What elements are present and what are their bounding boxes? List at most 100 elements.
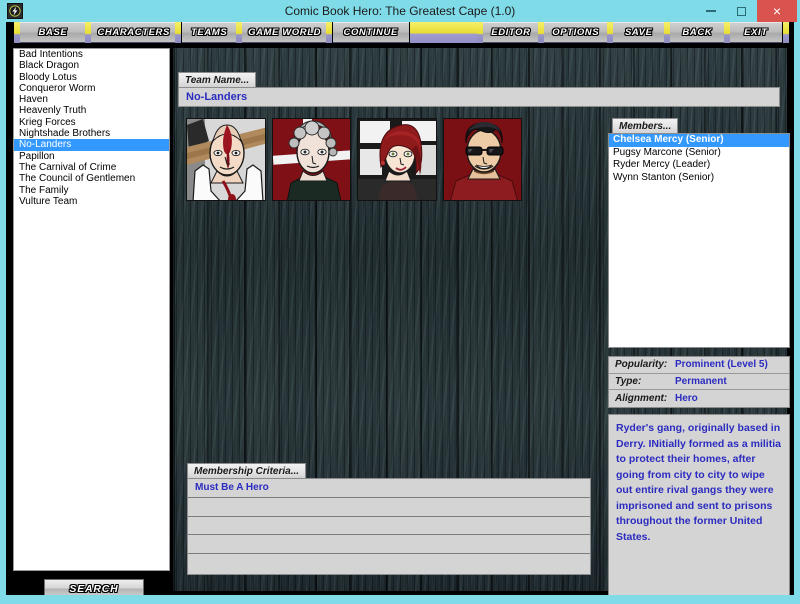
toolbar-button-label: CONTINUE bbox=[343, 27, 398, 38]
sidebar-item-label: Papillon bbox=[19, 150, 55, 162]
sidebar-item-the-carnival-of-crime[interactable]: The Carnival of Crime bbox=[14, 162, 169, 173]
sidebar-item-vulture-team[interactable]: Vulture Team bbox=[14, 196, 169, 207]
toolbar-separator bbox=[782, 22, 789, 43]
member-item[interactable]: Chelsea Mercy (Senior) bbox=[609, 134, 789, 147]
sidebar-item-label: The Carnival of Crime bbox=[19, 161, 117, 173]
toolbar-button-label: EXIT bbox=[744, 27, 768, 38]
toolbar-button-continue[interactable]: CONTINUE bbox=[332, 22, 409, 43]
maximize-button[interactable] bbox=[726, 0, 756, 22]
toolbar-button-options[interactable]: OPTIONS bbox=[543, 22, 608, 43]
sidebar-item-label: No-Landers bbox=[19, 139, 72, 151]
team-stats-panel: Popularity: Prominent (Level 5) Type: Perma… bbox=[608, 356, 790, 408]
stat-row-type: Type: Permanent bbox=[609, 374, 789, 391]
toolbar-button-teams[interactable]: TEAMS bbox=[181, 22, 237, 43]
stat-value: Prominent (Level 5) bbox=[675, 359, 768, 371]
sidebar-item-haven[interactable]: Haven bbox=[14, 94, 169, 105]
sidebar-item-label: Heavenly Truth bbox=[19, 105, 87, 117]
toolbar-separator bbox=[537, 22, 544, 43]
portrait-pugsy-marcone[interactable] bbox=[442, 118, 522, 201]
minimize-button[interactable] bbox=[696, 0, 726, 22]
close-button[interactable]: × bbox=[757, 0, 797, 22]
toolbar-separator bbox=[326, 22, 333, 43]
sidebar-item-label: Nightshade Brothers bbox=[19, 128, 111, 140]
membership-criteria-label: Membership Criteria... bbox=[187, 463, 307, 478]
sidebar-item-krieg-forces[interactable]: Krieg Forces bbox=[14, 117, 169, 128]
sidebar-item-bloody-lotus[interactable]: Bloody Lotus bbox=[14, 72, 169, 83]
sidebar-item-the-family[interactable]: The Family bbox=[14, 185, 169, 196]
membership-criteria-list[interactable]: Must Be A Hero bbox=[187, 478, 591, 575]
toolbar-button-label: TEAMS bbox=[191, 27, 228, 38]
stat-value: Hero bbox=[675, 392, 698, 404]
sidebar-item-label: Bad Intentions bbox=[19, 49, 83, 60]
stat-row-popularity: Popularity: Prominent (Level 5) bbox=[609, 357, 789, 374]
teams-list[interactable]: Bad Intentions Black Dragon Bloody Lotus Co… bbox=[13, 48, 170, 571]
sidebar-item-label: Bloody Lotus bbox=[19, 71, 77, 83]
toolbar-button-game-world[interactable]: GAME WORLD bbox=[242, 22, 328, 43]
toolbar-separator bbox=[723, 22, 730, 43]
search-button-label: SEARCH bbox=[69, 582, 119, 595]
criteria-row[interactable]: Must Be A Hero bbox=[188, 479, 590, 498]
team-name-field[interactable]: No-Landers bbox=[178, 87, 780, 107]
members-list[interactable]: Chelsea Mercy (Senior) Pugsy Marcone (Sen… bbox=[608, 133, 790, 348]
stat-row-alignment: Alignment: Hero bbox=[609, 390, 789, 407]
portrait-ryder-mercy[interactable] bbox=[186, 118, 266, 201]
member-item-label: Wynn Stanton (Senior) bbox=[613, 171, 715, 183]
toolbar-button-label: OPTIONS bbox=[552, 27, 600, 38]
sidebar-item-the-council-of-gentlemen[interactable]: The Council of Gentlemen bbox=[14, 173, 169, 184]
toolbar-separator bbox=[235, 22, 242, 43]
game-canvas: BASE CHARACTERS TEAMS GAME WORLD CONTINUE EDI… bbox=[6, 22, 794, 595]
stat-key: Popularity: bbox=[615, 359, 668, 371]
sidebar-item-label: Black Dragon bbox=[19, 60, 80, 72]
toolbar-button-editor[interactable]: EDITOR bbox=[483, 22, 539, 43]
toolbar-button-label: SAVE bbox=[624, 27, 653, 38]
title-bar: Comic Book Hero: The Greatest Cape (1.0)… bbox=[0, 0, 800, 22]
sidebar-item-heavenly-truth[interactable]: Heavenly Truth bbox=[14, 105, 169, 116]
members-label: Members... bbox=[612, 118, 679, 133]
search-button[interactable]: SEARCH bbox=[44, 579, 144, 595]
main-toolbar: BASE CHARACTERS TEAMS GAME WORLD CONTINUE EDI… bbox=[13, 22, 789, 46]
window-title: Comic Book Hero: The Greatest Cape (1.0) bbox=[284, 4, 516, 18]
stat-value: Permanent bbox=[675, 375, 727, 387]
toolbar-button-base[interactable]: BASE bbox=[20, 22, 86, 43]
application-window: Comic Book Hero: The Greatest Cape (1.0)… bbox=[0, 0, 800, 604]
toolbar-button-label: EDITOR bbox=[491, 27, 531, 38]
criteria-row[interactable] bbox=[188, 554, 590, 573]
sidebar-item-label: The Council of Gentlemen bbox=[19, 173, 136, 185]
sidebar-item-bad-intentions[interactable]: Bad Intentions bbox=[14, 49, 169, 60]
member-item[interactable]: Ryder Mercy (Leader) bbox=[609, 159, 789, 172]
criteria-row[interactable] bbox=[188, 517, 590, 536]
portrait-chelsea-mercy[interactable] bbox=[357, 118, 437, 201]
sidebar-item-nightshade-brothers[interactable]: Nightshade Brothers bbox=[14, 128, 169, 139]
toolbar-button-save[interactable]: SAVE bbox=[613, 22, 665, 43]
sidebar-item-conqueror-worm[interactable]: Conqueror Worm bbox=[14, 83, 169, 94]
toolbar-button-exit[interactable]: EXIT bbox=[730, 22, 782, 43]
toolbar-spacer bbox=[409, 22, 478, 43]
toolbar-separator bbox=[175, 22, 182, 43]
member-item[interactable]: Wynn Stanton (Senior) bbox=[609, 172, 789, 185]
portrait-wynn-stanton[interactable] bbox=[271, 118, 351, 201]
sidebar-item-black-dragon[interactable]: Black Dragon bbox=[14, 60, 169, 71]
stat-key: Type: bbox=[615, 375, 642, 387]
sidebar-item-no-landers[interactable]: No-Landers bbox=[14, 139, 169, 151]
member-item-label: Pugsy Marcone (Senior) bbox=[613, 146, 721, 158]
team-description: Ryder's gang, originally based in Derry.… bbox=[608, 414, 790, 595]
toolbar-button-label: CHARACTERS bbox=[97, 27, 170, 38]
team-portraits bbox=[186, 118, 522, 201]
window-frame: BASE CHARACTERS TEAMS GAME WORLD CONTINUE EDI… bbox=[3, 22, 797, 601]
toolbar-button-characters[interactable]: CHARACTERS bbox=[91, 22, 177, 43]
toolbar-separator bbox=[13, 22, 20, 43]
toolbar-separator bbox=[84, 22, 91, 43]
sidebar-item-papillon[interactable]: Papillon bbox=[14, 151, 169, 162]
sidebar-item-label: Vulture Team bbox=[19, 195, 78, 207]
toolbar-separator bbox=[663, 22, 670, 43]
criteria-row[interactable] bbox=[188, 498, 590, 517]
team-name-value: No-Landers bbox=[186, 91, 248, 103]
toolbar-separator bbox=[606, 22, 613, 43]
criteria-row-label: Must Be A Hero bbox=[195, 482, 269, 493]
toolbar-button-label: BACK bbox=[682, 27, 713, 38]
criteria-row[interactable] bbox=[188, 535, 590, 555]
team-name-label: Team Name... bbox=[178, 72, 257, 87]
sidebar-item-label: Haven bbox=[19, 94, 48, 106]
member-item[interactable]: Pugsy Marcone (Senior) bbox=[609, 147, 789, 160]
toolbar-button-back[interactable]: BACK bbox=[669, 22, 725, 43]
